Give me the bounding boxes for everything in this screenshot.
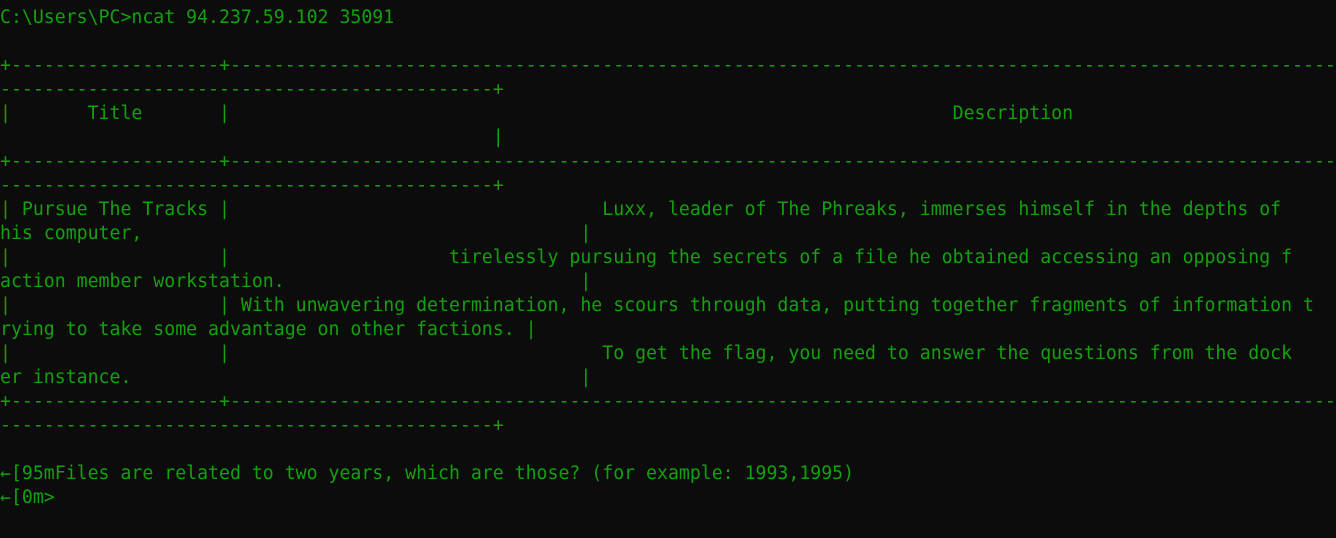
- table-row-line: er instance. |: [0, 367, 592, 388]
- table-header: | Title | Description: [0, 103, 1074, 124]
- table-border-bottom-wrap: ----------------------------------------…: [0, 415, 504, 436]
- table-header-wrap: |: [0, 127, 504, 148]
- terminal-window[interactable]: C:\Users\PC>ncat 94.237.59.102 35091 +--…: [0, 0, 1336, 538]
- input-prompt-line[interactable]: ←[0m>: [0, 486, 55, 510]
- table-border-top-wrap: ----------------------------------------…: [0, 79, 504, 100]
- table-row-line: | | To get the flag, you need to answer …: [0, 343, 1293, 364]
- question-line: ←[95mFiles are related to two years, whi…: [0, 463, 855, 484]
- table-border-mid-wrap: ----------------------------------------…: [0, 175, 504, 196]
- table-row-line: rying to take some advantage on other fa…: [0, 319, 537, 340]
- table-border-top: +-------------------+-------------------…: [0, 55, 1336, 76]
- table-row-line: | Pursue The Tracks | Luxx, leader of Th…: [0, 199, 1282, 220]
- table-row-line: his computer, |: [0, 223, 592, 244]
- table-border-bottom: +-------------------+-------------------…: [0, 391, 1336, 412]
- table-border-mid: +-------------------+-------------------…: [0, 151, 1336, 172]
- table-row-line: | | tirelessly pursuing the secrets of a…: [0, 247, 1293, 268]
- table-row-line: action member workstation. |: [0, 271, 592, 292]
- table-row-line: | | With unwavering determination, he sc…: [0, 295, 1314, 316]
- prompt-line: C:\Users\PC>ncat 94.237.59.102 35091: [0, 7, 395, 28]
